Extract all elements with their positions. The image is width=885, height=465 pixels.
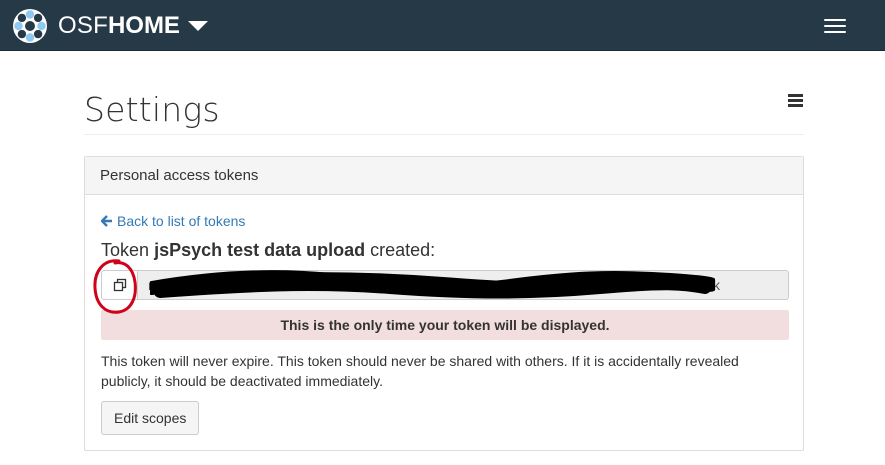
- top-navbar: OSF HOME: [0, 0, 885, 51]
- token-value-start: n: [148, 277, 156, 293]
- brand-home-text: HOME: [107, 12, 180, 39]
- list-menu-icon[interactable]: [788, 94, 803, 107]
- title-divider: [84, 134, 804, 135]
- back-to-tokens-link[interactable]: Back to list of tokens: [101, 213, 245, 229]
- brand-osf-text: OSF: [58, 12, 108, 39]
- edit-scopes-button[interactable]: Edit scopes: [101, 401, 200, 435]
- token-expiry-note: This token will never expire. This token…: [101, 353, 739, 389]
- token-value-field[interactable]: n k: [138, 270, 789, 300]
- panel-heading: Personal access tokens: [85, 157, 803, 195]
- page-title: Settings: [84, 90, 220, 129]
- token-name: jsPsych test data upload: [154, 240, 366, 260]
- arrow-left-icon: [101, 215, 112, 227]
- token-created-heading: Token jsPsych test data upload created:: [101, 240, 435, 261]
- osf-logo-icon: [13, 9, 47, 43]
- token-value-end: k: [713, 277, 720, 293]
- back-link-label: Back to list of tokens: [117, 213, 246, 229]
- osf-home-brand-menu[interactable]: OSF HOME: [12, 8, 208, 44]
- token-field-group: n k: [101, 270, 789, 300]
- copy-icon: [113, 278, 126, 292]
- copy-token-button[interactable]: [101, 270, 138, 300]
- hamburger-icon: [824, 19, 846, 21]
- token-warning-alert: This is the only time your token will be…: [101, 310, 789, 340]
- token-prefix: Token: [101, 240, 150, 260]
- token-suffix: created:: [370, 240, 436, 260]
- navbar-toggle-button[interactable]: [812, 10, 858, 42]
- personal-access-tokens-panel: Personal access tokens Back to list of t…: [84, 156, 804, 451]
- caret-down-icon: [187, 21, 208, 31]
